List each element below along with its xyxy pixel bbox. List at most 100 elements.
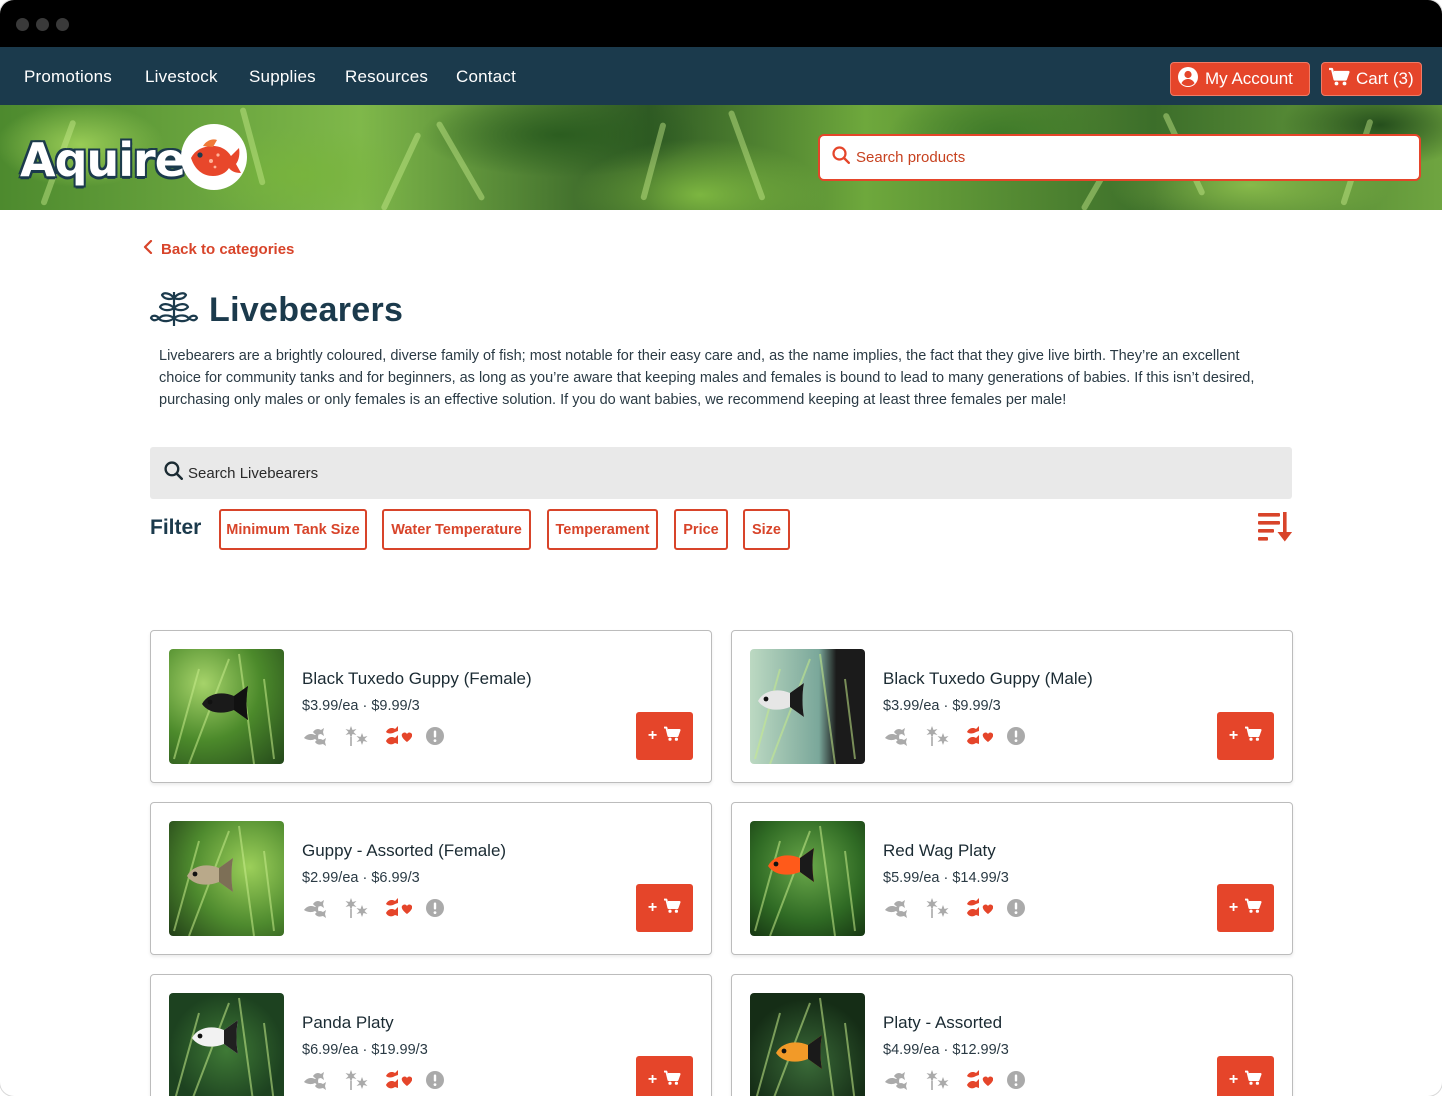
add-to-cart-button[interactable]: + bbox=[636, 1056, 693, 1096]
product-name[interactable]: Platy - Assorted bbox=[883, 1013, 1002, 1033]
fish-heart-icon bbox=[384, 1069, 413, 1096]
chevron-left-icon bbox=[143, 239, 153, 258]
main-navbar: Promotions Livestock Supplies Resources … bbox=[0, 47, 1442, 105]
product-name[interactable]: Red Wag Platy bbox=[883, 841, 996, 861]
category-description: Livebearers are a brightly coloured, div… bbox=[159, 348, 1255, 408]
cart-button[interactable]: Cart (3) bbox=[1321, 62, 1422, 96]
info-icon[interactable] bbox=[425, 726, 445, 751]
filter-minimum-tank-size[interactable]: Minimum Tank Size bbox=[219, 509, 367, 550]
nav-livestock[interactable]: Livestock bbox=[145, 67, 218, 87]
nav-promotions[interactable]: Promotions bbox=[24, 67, 112, 87]
title-bar bbox=[0, 0, 1442, 47]
page-title: Livebearers bbox=[209, 291, 404, 329]
add-to-cart-button[interactable]: + bbox=[1217, 712, 1274, 760]
browser-window: Promotions Livestock Supplies Resources … bbox=[0, 0, 1442, 1096]
product-attributes bbox=[883, 896, 1039, 925]
filter-water-temperature[interactable]: Water Temperature bbox=[382, 509, 531, 550]
add-to-cart-button[interactable]: + bbox=[1217, 1056, 1274, 1096]
cart-label: Cart (3) bbox=[1356, 69, 1414, 88]
plant-icon bbox=[924, 896, 952, 925]
sort-descending-icon[interactable] bbox=[1256, 510, 1294, 549]
product-price: $4.99/ea · $12.99/3 bbox=[883, 1042, 1009, 1058]
school-of-fish-icon bbox=[883, 726, 911, 751]
info-icon[interactable] bbox=[425, 1070, 445, 1095]
fish-heart-icon bbox=[384, 725, 413, 752]
plant-icon bbox=[149, 288, 199, 333]
product-name[interactable]: Panda Platy bbox=[302, 1013, 394, 1033]
brand-logo[interactable]: Aquire bbox=[20, 133, 186, 187]
product-price: $5.99/ea · $14.99/3 bbox=[883, 870, 1009, 886]
my-account-button[interactable]: My Account bbox=[1170, 62, 1310, 96]
window-close-dot[interactable] bbox=[16, 18, 29, 31]
product-name[interactable]: Guppy - Assorted (Female) bbox=[302, 841, 506, 861]
category-search-input[interactable] bbox=[188, 464, 1188, 482]
plant-icon bbox=[924, 1068, 952, 1096]
info-icon[interactable] bbox=[425, 898, 445, 923]
brand-fish-logo-icon bbox=[181, 124, 247, 190]
fish-heart-icon bbox=[965, 897, 994, 924]
nav-resources[interactable]: Resources bbox=[345, 67, 428, 87]
school-of-fish-icon bbox=[302, 726, 330, 751]
info-icon[interactable] bbox=[1006, 1070, 1026, 1095]
shopping-cart-icon bbox=[1244, 898, 1262, 919]
shopping-cart-icon bbox=[663, 726, 681, 747]
product-card[interactable]: Guppy - Assorted (Female) $2.99/ea · $6.… bbox=[150, 802, 712, 955]
info-icon[interactable] bbox=[1006, 898, 1026, 923]
shopping-cart-icon bbox=[663, 898, 681, 919]
product-card[interactable]: Black Tuxedo Guppy (Female) $3.99/ea · $… bbox=[150, 630, 712, 783]
shopping-cart-icon bbox=[1328, 67, 1350, 92]
category-header: Livebearers bbox=[149, 288, 403, 333]
add-plus-label: + bbox=[1228, 1071, 1239, 1088]
add-plus-label: + bbox=[647, 899, 658, 916]
product-price: $3.99/ea · $9.99/3 bbox=[883, 698, 1001, 714]
category-search-field[interactable] bbox=[150, 447, 1292, 499]
product-image[interactable] bbox=[750, 649, 865, 764]
product-card[interactable]: Platy - Assorted $4.99/ea · $12.99/3 + bbox=[731, 974, 1293, 1096]
school-of-fish-icon bbox=[302, 1070, 330, 1095]
my-account-label: My Account bbox=[1205, 69, 1293, 88]
info-icon[interactable] bbox=[1006, 726, 1026, 751]
plant-icon bbox=[924, 724, 952, 753]
window-minimize-dot[interactable] bbox=[36, 18, 49, 31]
add-to-cart-button[interactable]: + bbox=[636, 712, 693, 760]
search-icon bbox=[164, 461, 184, 485]
back-to-categories-link[interactable]: Back to categories bbox=[143, 239, 295, 258]
product-image[interactable] bbox=[169, 993, 284, 1096]
filter-price[interactable]: Price bbox=[674, 509, 728, 550]
fish-heart-icon bbox=[965, 1069, 994, 1096]
product-image[interactable] bbox=[169, 821, 284, 936]
product-image[interactable] bbox=[750, 821, 865, 936]
product-attributes bbox=[302, 896, 458, 925]
product-image[interactable] bbox=[169, 649, 284, 764]
nav-contact[interactable]: Contact bbox=[456, 67, 516, 87]
add-plus-label: + bbox=[647, 1071, 658, 1088]
product-search-field[interactable] bbox=[818, 134, 1421, 181]
add-plus-label: + bbox=[1228, 727, 1239, 744]
add-to-cart-button[interactable]: + bbox=[636, 884, 693, 932]
back-link-label: Back to categories bbox=[161, 240, 295, 258]
filter-temperament[interactable]: Temperament bbox=[547, 509, 658, 550]
product-price: $2.99/ea · $6.99/3 bbox=[302, 870, 420, 886]
product-attributes bbox=[883, 724, 1039, 753]
product-attributes bbox=[302, 1068, 458, 1096]
nav-supplies[interactable]: Supplies bbox=[249, 67, 316, 87]
add-to-cart-button[interactable]: + bbox=[1217, 884, 1274, 932]
school-of-fish-icon bbox=[302, 898, 330, 923]
product-card[interactable]: Red Wag Platy $5.99/ea · $14.99/3 + bbox=[731, 802, 1293, 955]
plant-icon bbox=[343, 896, 371, 925]
product-name[interactable]: Black Tuxedo Guppy (Female) bbox=[302, 669, 532, 689]
product-price: $6.99/ea · $19.99/3 bbox=[302, 1042, 428, 1058]
search-icon bbox=[832, 146, 850, 169]
school-of-fish-icon bbox=[883, 898, 911, 923]
product-name[interactable]: Black Tuxedo Guppy (Male) bbox=[883, 669, 1093, 689]
product-search-input[interactable] bbox=[856, 149, 1396, 166]
filter-size[interactable]: Size bbox=[743, 509, 790, 550]
product-price: $3.99/ea · $9.99/3 bbox=[302, 698, 420, 714]
window-maximize-dot[interactable] bbox=[56, 18, 69, 31]
product-card[interactable]: Black Tuxedo Guppy (Male) $3.99/ea · $9.… bbox=[731, 630, 1293, 783]
product-card[interactable]: Panda Platy $6.99/ea · $19.99/3 + bbox=[150, 974, 712, 1096]
product-image[interactable] bbox=[750, 993, 865, 1096]
shopping-cart-icon bbox=[1244, 1070, 1262, 1091]
plant-icon bbox=[343, 1068, 371, 1096]
shopping-cart-icon bbox=[663, 1070, 681, 1091]
